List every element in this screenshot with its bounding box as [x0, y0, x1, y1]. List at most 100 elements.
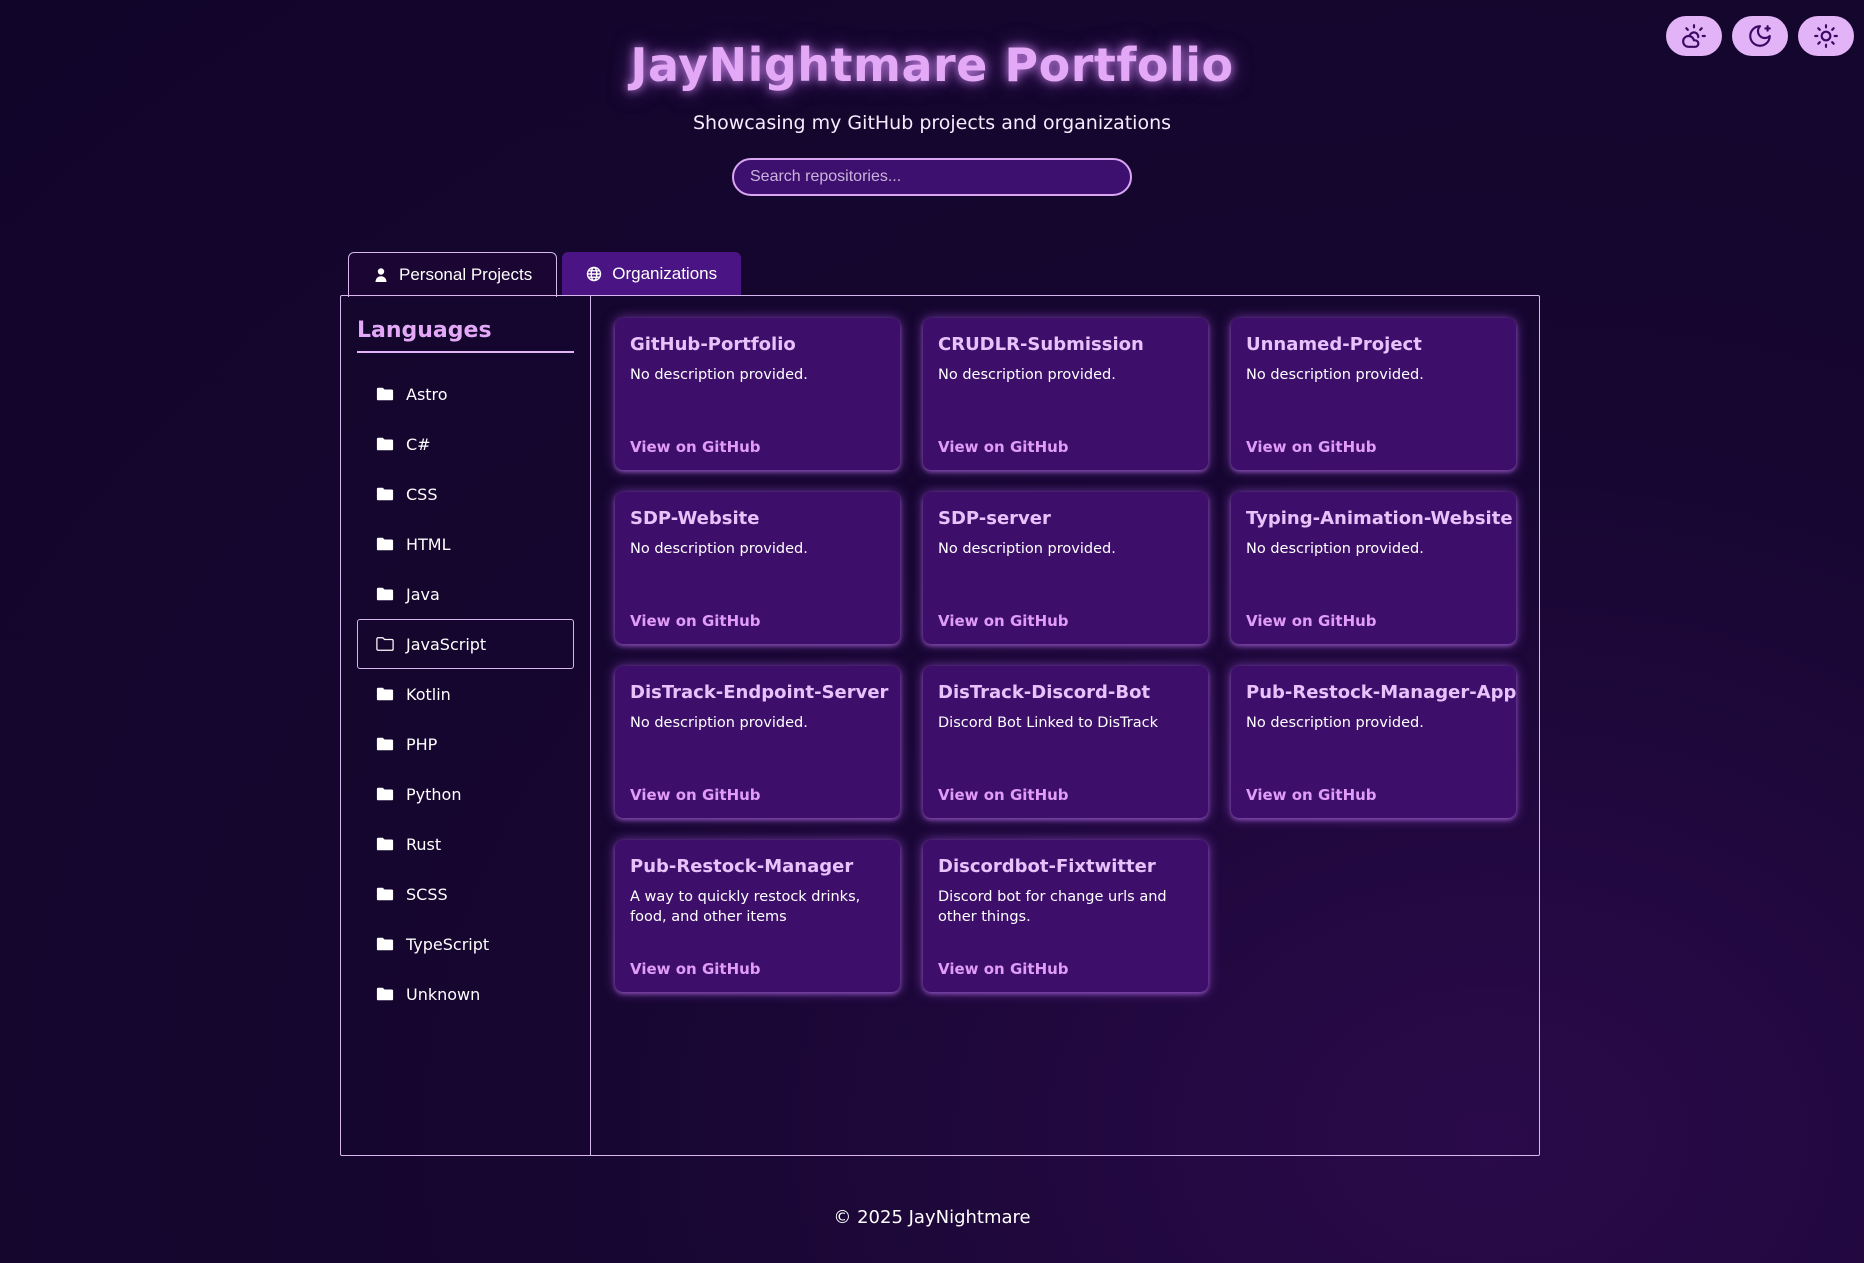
search-input[interactable]	[732, 158, 1132, 196]
view-on-github-link[interactable]: View on GitHub	[938, 786, 1193, 804]
theme-light-button[interactable]	[1798, 16, 1854, 56]
repo-card: GitHub-Portfolio No description provided…	[615, 318, 900, 470]
view-on-github-link[interactable]: View on GitHub	[630, 786, 885, 804]
folder-icon	[376, 987, 394, 1001]
repo-description: Discord Bot Linked to DisTrack	[938, 715, 1158, 731]
repo-description: A way to quickly restock drinks, food, a…	[630, 889, 861, 925]
folder-icon	[376, 937, 394, 951]
folder-icon	[376, 587, 394, 601]
repo-title: GitHub-Portfolio	[630, 334, 796, 355]
repo-card: Pub-Restock-Manager A way to quickly res…	[615, 840, 900, 992]
sidebar-item-typescript[interactable]: TypeScript	[357, 919, 574, 969]
languages-sidebar: Languages Astro C# CSS HTML Java JavaScr…	[341, 296, 591, 1155]
repo-description: No description provided.	[630, 541, 808, 557]
folder-icon	[376, 387, 394, 401]
sidebar-item-label: Unknown	[406, 984, 481, 1004]
languages-list: Astro C# CSS HTML Java JavaScript Kotlin	[357, 369, 574, 1019]
repo-title: Pub-Restock-Manager-App	[1246, 682, 1517, 703]
theme-switcher	[1666, 16, 1854, 56]
sidebar-item-label: SCSS	[406, 884, 448, 904]
view-on-github-link[interactable]: View on GitHub	[1246, 786, 1501, 804]
repo-description: No description provided.	[938, 367, 1116, 383]
tab-organizations[interactable]: Organizations	[562, 252, 742, 296]
tab-personal-projects[interactable]: Personal Projects	[348, 252, 558, 297]
sidebar-item-php[interactable]: PHP	[357, 719, 574, 769]
view-on-github-link[interactable]: View on GitHub	[938, 960, 1193, 978]
sidebar-item-label: PHP	[406, 734, 438, 754]
repo-card: SDP-Website No description provided. Vie…	[615, 492, 900, 644]
repo-card: Unnamed-Project No description provided.…	[1231, 318, 1516, 470]
sidebar-item-label: Java	[406, 584, 440, 604]
sidebar-item-label: Rust	[406, 834, 442, 854]
view-on-github-link[interactable]: View on GitHub	[630, 960, 885, 978]
folder-icon	[376, 837, 394, 851]
repo-grid: GitHub-Portfolio No description provided…	[591, 296, 1539, 1155]
repo-card: SDP-server No description provided. View…	[923, 492, 1208, 644]
view-on-github-link[interactable]: View on GitHub	[630, 438, 885, 456]
repo-card: Discordbot-Fixtwitter Discord bot for ch…	[923, 840, 1208, 992]
view-on-github-link[interactable]: View on GitHub	[1246, 438, 1501, 456]
sidebar-item-label: Kotlin	[406, 684, 451, 704]
sun-icon	[1814, 24, 1838, 48]
theme-auto-button[interactable]	[1666, 16, 1722, 56]
sidebar-item-label: HTML	[406, 534, 451, 554]
page-subtitle: Showcasing my GitHub projects and organi…	[692, 112, 1172, 134]
repo-description: No description provided.	[630, 715, 808, 731]
repo-card: DisTrack-Discord-Bot Discord Bot Linked …	[923, 666, 1208, 818]
folder-open-icon	[376, 637, 394, 651]
folder-icon	[376, 787, 394, 801]
repo-title: DisTrack-Discord-Bot	[938, 682, 1151, 703]
view-on-github-link[interactable]: View on GitHub	[630, 612, 885, 630]
projects-panel: Languages Astro C# CSS HTML Java JavaScr…	[340, 295, 1540, 1156]
sidebar-item-label: JavaScript	[406, 634, 487, 654]
repo-card: DisTrack-Endpoint-Server No description …	[615, 666, 900, 818]
sidebar-title: Languages	[357, 318, 574, 353]
repo-description: No description provided.	[630, 367, 808, 383]
sidebar-item-html[interactable]: HTML	[357, 519, 574, 569]
folder-icon	[376, 437, 394, 451]
user-icon	[375, 268, 387, 282]
tab-label: Personal Projects	[399, 265, 533, 284]
repo-description: No description provided.	[938, 541, 1116, 557]
sidebar-item-kotlin[interactable]: Kotlin	[357, 669, 574, 719]
repo-title: SDP-Website	[630, 508, 760, 529]
folder-icon	[376, 687, 394, 701]
repo-title: SDP-server	[938, 508, 1051, 529]
sidebar-item-java[interactable]: Java	[357, 569, 574, 619]
repo-card: Typing-Animation-Website No description …	[1231, 492, 1516, 644]
repo-title: Typing-Animation-Website	[1246, 508, 1513, 529]
sidebar-item-unknown[interactable]: Unknown	[357, 969, 574, 1019]
page-title: JayNightmare Portfolio	[630, 38, 1234, 92]
sidebar-item-label: TypeScript	[406, 934, 490, 954]
cloud-sun-icon	[1682, 24, 1706, 48]
repo-description: No description provided.	[1246, 367, 1424, 383]
folder-icon	[376, 737, 394, 751]
repo-title: Unnamed-Project	[1246, 334, 1422, 355]
page-header: JayNightmare Portfolio Showcasing my Git…	[0, 0, 1864, 196]
repo-title: Pub-Restock-Manager	[630, 856, 854, 877]
tab-label: Organizations	[612, 264, 718, 283]
search-wrap	[0, 158, 1864, 196]
view-on-github-link[interactable]: View on GitHub	[938, 438, 1193, 456]
folder-icon	[376, 887, 394, 901]
tab-bar: Personal Projects Organizations	[348, 252, 742, 297]
sidebar-item-scss[interactable]: SCSS	[357, 869, 574, 919]
sidebar-item-rust[interactable]: Rust	[357, 819, 574, 869]
sidebar-item-label: Python	[406, 784, 462, 804]
sidebar-item-python[interactable]: Python	[357, 769, 574, 819]
view-on-github-link[interactable]: View on GitHub	[1246, 612, 1501, 630]
footer-copyright: © 2025 JayNightmare	[833, 1207, 1031, 1228]
sidebar-item-label: Astro	[406, 384, 448, 404]
repo-card: Pub-Restock-Manager-App No description p…	[1231, 666, 1516, 818]
view-on-github-link[interactable]: View on GitHub	[938, 612, 1193, 630]
repo-description: Discord bot for change urls and other th…	[938, 889, 1167, 925]
folder-icon	[376, 487, 394, 501]
sidebar-item-css[interactable]: CSS	[357, 469, 574, 519]
sidebar-item-c[interactable]: C#	[357, 419, 574, 469]
repo-description: No description provided.	[1246, 541, 1424, 557]
sidebar-item-label: C#	[406, 434, 431, 454]
sidebar-item-javascript[interactable]: JavaScript	[357, 619, 574, 669]
moon-stars-icon	[1749, 25, 1771, 47]
sidebar-item-astro[interactable]: Astro	[357, 369, 574, 419]
theme-dark-button[interactable]	[1732, 16, 1788, 56]
